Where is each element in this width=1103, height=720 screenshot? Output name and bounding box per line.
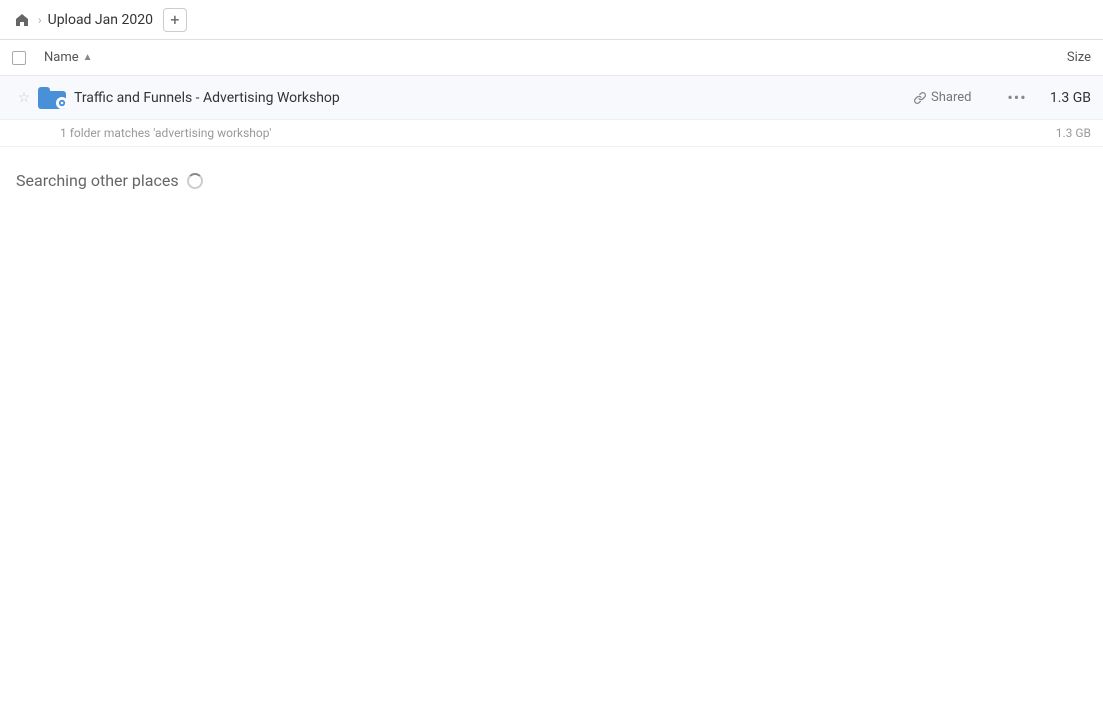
searching-spinner xyxy=(187,173,203,189)
select-all-checkbox[interactable] xyxy=(12,51,26,65)
folder-icon-col xyxy=(36,87,68,109)
more-options-button[interactable]: ••• xyxy=(1003,84,1031,112)
item-name: Traffic and Funnels - Advertising Worksh… xyxy=(74,90,913,106)
link-icon xyxy=(913,91,927,105)
searching-label: Searching other places xyxy=(16,171,179,190)
searching-section: Searching other places xyxy=(0,147,1103,206)
home-button[interactable] xyxy=(8,6,36,34)
match-info-text: 1 folder matches 'advertising workshop' xyxy=(60,126,271,140)
star-button[interactable]: ☆ xyxy=(12,90,36,106)
folder-icon xyxy=(38,87,66,109)
more-icon: ••• xyxy=(1007,88,1026,107)
star-icon: ☆ xyxy=(18,90,31,106)
match-info-bar: 1 folder matches 'advertising workshop' … xyxy=(0,120,1103,147)
shared-area: Shared xyxy=(913,90,1003,105)
add-tab-button[interactable]: + xyxy=(163,8,187,32)
sort-arrow-icon: ▲ xyxy=(83,52,93,63)
name-col-label: Name xyxy=(44,50,79,65)
item-size: 1.3 GB xyxy=(1031,90,1091,106)
name-column-header[interactable]: Name ▲ xyxy=(44,50,1011,65)
breadcrumb-bar: › Upload Jan 2020 + xyxy=(0,0,1103,40)
breadcrumb-separator: › xyxy=(38,13,42,27)
size-column-header[interactable]: Size xyxy=(1011,50,1091,65)
table-header: Name ▲ Size xyxy=(0,40,1103,76)
table-row[interactable]: ☆ Traffic and Funnels - Advertising Work… xyxy=(0,76,1103,120)
breadcrumb-label[interactable]: Upload Jan 2020 xyxy=(44,12,157,28)
shared-label: Shared xyxy=(931,90,971,105)
select-all-checkbox-col[interactable] xyxy=(12,51,44,65)
match-info-size: 1.3 GB xyxy=(1056,126,1091,140)
